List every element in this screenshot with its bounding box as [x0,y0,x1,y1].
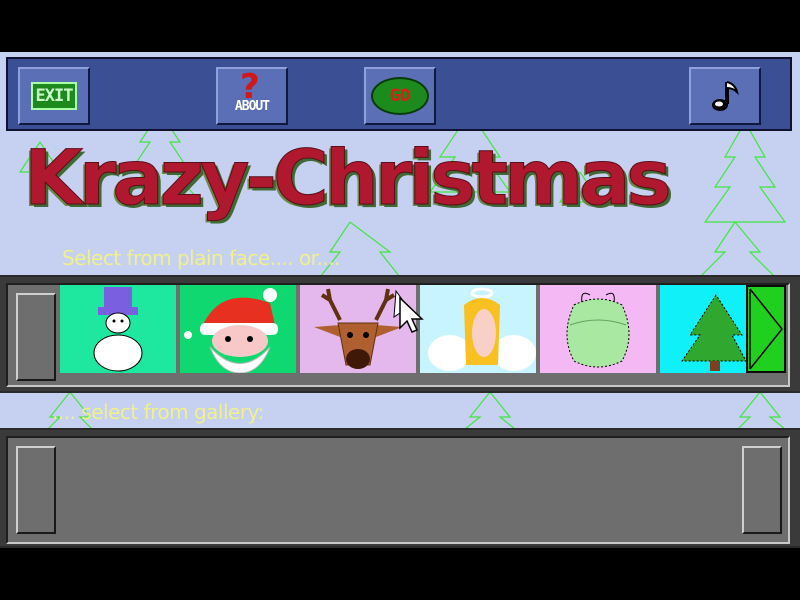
face-thumb-angel[interactable] [420,285,536,373]
plain-face-scroll-left-button[interactable] [16,293,56,381]
go-button[interactable]: GO [364,67,436,125]
gallery-scroll-right-button[interactable] [742,446,782,534]
title-banner: Krazy-Christmas [24,133,784,228]
angel-icon [420,285,536,373]
gallery-strip [0,428,800,548]
face-thumb-christmas-tree[interactable] [660,285,746,373]
plain-face-prompt: Select from plain face.... or.... [62,246,341,270]
snowman-icon [60,285,176,373]
gallery-prompt: .... select from gallery: [52,400,264,424]
gallery-track [6,436,790,544]
christmas-tree-icon [660,285,746,373]
gallery-scroll-left-button[interactable] [16,446,56,534]
about-button[interactable]: ? ABOUT [216,67,288,125]
toolbar: EXIT ? ABOUT GO [6,57,792,131]
arrow-right-icon [749,288,783,370]
app-title: Krazy-Christmas [24,133,673,222]
face-thumb-grinch[interactable] [540,285,656,373]
face-thumb-santa[interactable] [180,285,296,373]
go-label: GO [389,86,411,106]
plain-face-scroll-right-button[interactable] [746,285,786,373]
exit-label: EXIT [30,82,78,110]
face-thumb-snowman[interactable] [60,285,176,373]
music-toggle-button[interactable] [689,67,761,125]
mouse-cursor-icon [399,296,424,333]
grinch-icon [540,285,656,373]
about-label: ABOUT [234,99,270,114]
exit-button[interactable]: EXIT [18,67,90,125]
app-window: EXIT ? ABOUT GO Krazy-Christmas Select f… [0,52,800,548]
music-note-icon [712,81,739,111]
santa-icon [180,285,296,373]
